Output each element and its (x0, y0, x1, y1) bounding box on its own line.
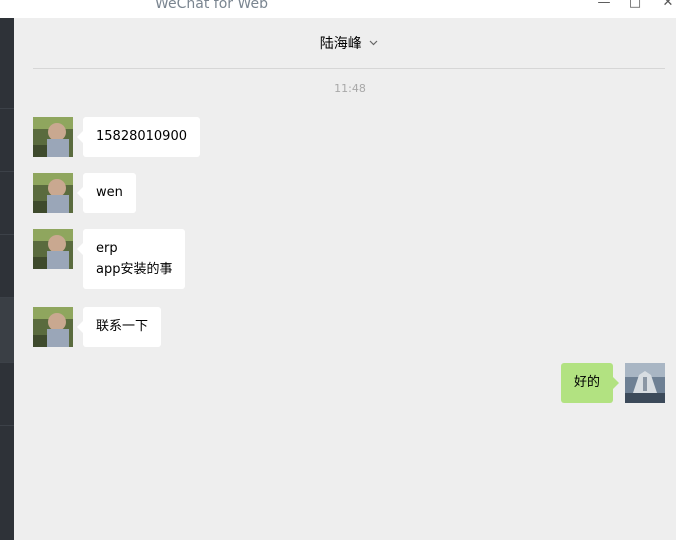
sidebar-item[interactable] (0, 18, 14, 109)
sidebar-item[interactable] (0, 235, 14, 298)
minimize-button[interactable]: — (597, 0, 611, 12)
message-text: 15828010900 (96, 129, 187, 144)
chevron-down-icon (369, 40, 378, 46)
chat-header: 陆海峰 (33, 18, 665, 69)
message-bubble[interactable]: erp app安装的事 (76, 229, 186, 289)
sidebar (0, 18, 14, 540)
self-avatar[interactable] (625, 363, 665, 403)
message-bubble[interactable]: wen (77, 173, 136, 213)
message-text: wen (96, 185, 123, 200)
app-title: WeChat for Web (155, 0, 269, 12)
sidebar-item[interactable] (0, 109, 14, 172)
message-bubble-self[interactable]: 好的 (561, 363, 620, 403)
maximize-button[interactable]: □ (628, 0, 642, 12)
contact-avatar[interactable] (33, 117, 73, 157)
message-text-line: erp (96, 241, 118, 256)
title-bar: WeChat for Web — □ ✕ (0, 0, 676, 18)
contact-name: 陆海峰 (319, 36, 362, 52)
message-bubble[interactable]: 联系一下 (76, 307, 162, 347)
message-text-line: app安装的事 (96, 262, 173, 277)
sidebar-item-active[interactable] (0, 298, 14, 363)
contact-avatar[interactable] (33, 229, 73, 269)
message-text: 联系一下 (96, 319, 149, 334)
contact-avatar[interactable] (33, 307, 73, 347)
sidebar-item[interactable] (0, 363, 14, 426)
time-divider: 11:48 (334, 82, 366, 95)
message-bubble[interactable]: 15828010900 (77, 117, 200, 157)
sidebar-item[interactable] (0, 172, 14, 235)
contact-avatar[interactable] (33, 173, 73, 213)
close-button[interactable]: ✕ (661, 0, 675, 12)
contact-name-button[interactable]: 陆海峰 (320, 35, 378, 53)
message-text: 好的 (574, 375, 601, 390)
